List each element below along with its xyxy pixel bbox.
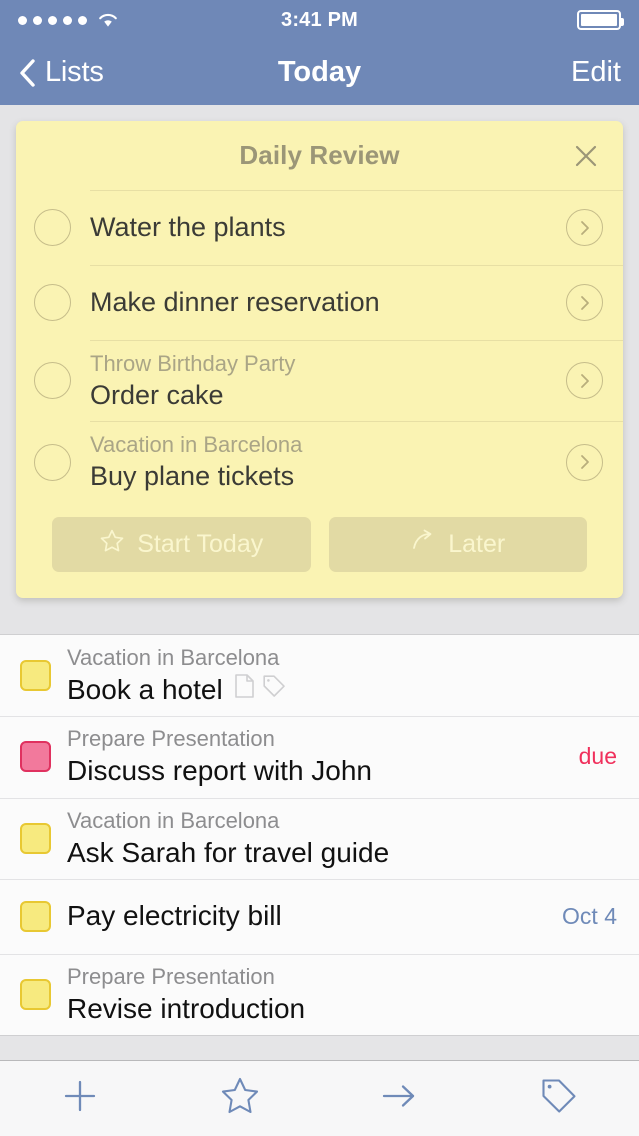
review-item-project: Throw Birthday Party: [90, 350, 552, 378]
task-row-title: Book a hotel: [67, 673, 223, 707]
circle-checkbox-icon[interactable]: [34, 362, 71, 399]
task-row[interactable]: Vacation in Barcelona Book a hotel: [0, 635, 639, 716]
task-row-project: Vacation in Barcelona: [67, 644, 603, 672]
later-label: Later: [448, 530, 505, 559]
chevron-right-circle-icon[interactable]: [566, 209, 603, 246]
task-row[interactable]: Vacation in Barcelona Ask Sarah for trav…: [0, 798, 639, 879]
task-row-title-line: Discuss report with John: [67, 754, 565, 788]
task-row-project: Prepare Presentation: [67, 725, 565, 753]
task-row-project: Prepare Presentation: [67, 963, 603, 991]
task-row[interactable]: Prepare Presentation Discuss report with…: [0, 716, 639, 797]
status-bar-right: [577, 10, 621, 30]
start-today-label: Start Today: [137, 530, 263, 559]
close-icon[interactable]: [569, 139, 603, 173]
task-list: Vacation in Barcelona Book a hotel: [0, 634, 639, 1036]
start-today-button[interactable]: Start Today: [52, 517, 311, 572]
review-card-wrapper: Daily Review Water the plants: [0, 105, 639, 598]
daily-review-card: Daily Review Water the plants: [16, 121, 623, 598]
task-row-title-line: Ask Sarah for travel guide: [67, 836, 603, 870]
review-card-title: Daily Review: [239, 140, 399, 171]
task-row[interactable]: Prepare Presentation Revise introduction: [0, 954, 639, 1035]
move-button[interactable]: [320, 1061, 480, 1136]
tag-button[interactable]: [479, 1061, 639, 1136]
navigation-bar: Lists Today Edit: [0, 40, 639, 105]
review-item[interactable]: Vacation in Barcelona Buy plane tickets: [16, 421, 623, 502]
chevron-right-circle-icon[interactable]: [566, 362, 603, 399]
back-button[interactable]: Lists: [18, 56, 104, 89]
task-row-texts: Pay electricity bill: [67, 886, 548, 946]
bottom-toolbar: [0, 1060, 639, 1136]
task-row[interactable]: Pay electricity bill Oct 4: [0, 879, 639, 954]
circle-checkbox-icon[interactable]: [34, 209, 71, 246]
task-row-title: Discuss report with John: [67, 754, 372, 788]
review-item-project: Vacation in Barcelona: [90, 431, 552, 459]
task-row-badges: [234, 673, 287, 707]
task-row-title: Ask Sarah for travel guide: [67, 836, 389, 870]
plus-icon: [60, 1076, 100, 1121]
signal-strength-dots: [18, 16, 87, 25]
list-color-swatch: [20, 823, 51, 854]
task-row-texts: Vacation in Barcelona Book a hotel: [67, 635, 603, 716]
review-item-texts: Water the plants: [90, 201, 552, 254]
note-icon: [234, 673, 256, 707]
task-row-title-line: Book a hotel: [67, 673, 603, 707]
star-outline-icon: [219, 1075, 261, 1122]
task-row-title-line: Revise introduction: [67, 992, 603, 1026]
star-button[interactable]: [160, 1061, 320, 1136]
review-card-header: Daily Review: [16, 121, 623, 190]
review-item-task: Order cake: [90, 379, 552, 412]
review-card-actions: Start Today Later: [16, 503, 623, 598]
signal-dot: [48, 16, 57, 25]
review-item-task: Buy plane tickets: [90, 460, 552, 493]
task-row-texts: Prepare Presentation Revise introduction: [67, 954, 603, 1035]
task-row-due-badge: due: [579, 743, 617, 770]
edit-button[interactable]: Edit: [571, 56, 621, 89]
arrow-forward-icon: [410, 528, 436, 561]
task-row-project: Vacation in Barcelona: [67, 807, 603, 835]
signal-dot: [33, 16, 42, 25]
content-area: Daily Review Water the plants: [0, 105, 639, 1060]
signal-dot: [18, 16, 27, 25]
review-item[interactable]: Water the plants: [16, 190, 623, 265]
tag-icon: [538, 1075, 580, 1122]
task-row-title: Revise introduction: [67, 992, 305, 1026]
arrow-forward-icon: [378, 1075, 420, 1122]
task-row-texts: Prepare Presentation Discuss report with…: [67, 716, 565, 797]
task-row-texts: Vacation in Barcelona Ask Sarah for trav…: [67, 798, 603, 879]
list-color-swatch: [20, 901, 51, 932]
wifi-icon: [98, 13, 118, 28]
later-button[interactable]: Later: [329, 517, 588, 572]
battery-full-icon: [577, 10, 621, 30]
chevron-left-icon: [18, 58, 36, 88]
review-item-texts: Make dinner reservation: [90, 276, 552, 329]
status-bar: 3:41 PM: [0, 0, 639, 40]
circle-checkbox-icon[interactable]: [34, 444, 71, 481]
review-item-texts: Throw Birthday Party Order cake: [90, 340, 552, 421]
task-row-title: Pay electricity bill: [67, 899, 282, 933]
review-item-task: Water the plants: [90, 211, 552, 244]
task-row-title-line: Pay electricity bill: [67, 895, 548, 937]
add-task-button[interactable]: [0, 1061, 160, 1136]
list-empty-space: [0, 1036, 639, 1060]
tag-icon: [261, 673, 287, 707]
task-row-date: Oct 4: [562, 903, 617, 930]
star-outline-icon: [99, 528, 125, 561]
list-color-swatch: [20, 660, 51, 691]
app-root: 3:41 PM Lists Today Edit Daily Review: [0, 0, 639, 1136]
chevron-right-circle-icon[interactable]: [566, 444, 603, 481]
review-item[interactable]: Throw Birthday Party Order cake: [16, 340, 623, 421]
list-color-swatch: [20, 979, 51, 1010]
chevron-right-circle-icon[interactable]: [566, 284, 603, 321]
list-color-swatch: [20, 741, 51, 772]
review-item-task: Make dinner reservation: [90, 286, 552, 319]
circle-checkbox-icon[interactable]: [34, 284, 71, 321]
review-item[interactable]: Make dinner reservation: [16, 265, 623, 340]
review-item-texts: Vacation in Barcelona Buy plane tickets: [90, 421, 552, 502]
back-button-label: Lists: [45, 56, 104, 89]
status-bar-left: [18, 13, 118, 28]
signal-dot: [63, 16, 72, 25]
signal-dot: [78, 16, 87, 25]
